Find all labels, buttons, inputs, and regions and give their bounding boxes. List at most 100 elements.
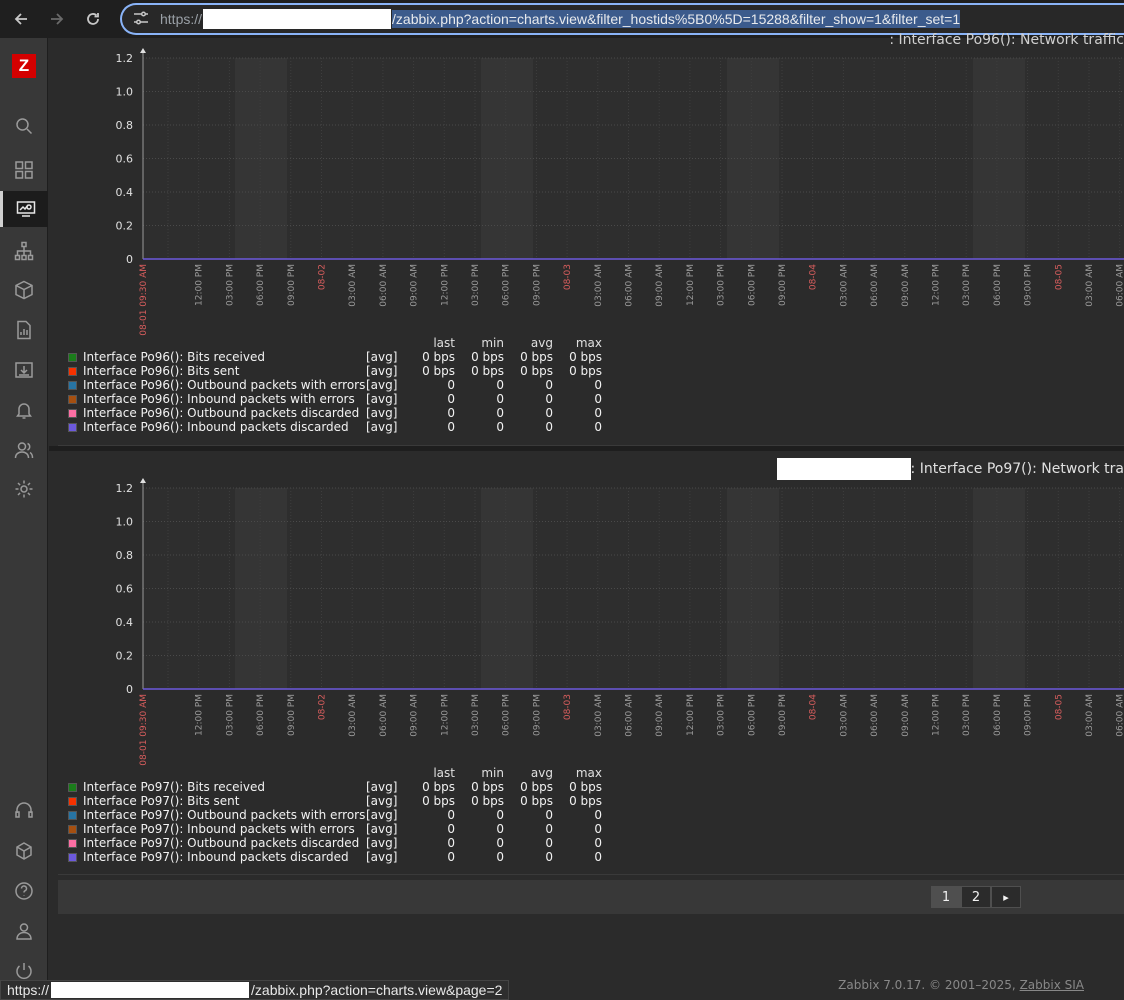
- legend-cell: 0: [594, 392, 602, 406]
- legend-cell: 0 bps: [520, 350, 553, 364]
- zabbix-logo[interactable]: Z: [12, 54, 36, 78]
- x-tick-label: 08-03: [563, 694, 573, 720]
- y-tick-label: 0: [126, 683, 133, 696]
- x-tick-label: 06:00 AM: [625, 264, 635, 307]
- dashboards-icon[interactable]: [0, 152, 48, 188]
- reports-icon[interactable]: [0, 312, 48, 348]
- x-tick-label: 03:00 PM: [471, 264, 481, 306]
- legend-cell: 0: [447, 420, 455, 434]
- legend-cell: 0 bps: [471, 794, 504, 808]
- legend-cell: 0: [496, 392, 504, 406]
- reload-icon[interactable]: [78, 4, 108, 34]
- legend-cell: 0: [496, 406, 504, 420]
- x-tick-label: 09:00 PM: [532, 264, 542, 306]
- legend-cell: 0 bps: [422, 364, 455, 378]
- legend-cell: 0: [447, 378, 455, 392]
- legend-cell: 0: [594, 822, 602, 836]
- site-settings-icon[interactable]: [132, 9, 152, 29]
- paging-bar: 1 2 ▸: [58, 880, 1124, 914]
- y-tick-label: 0.8: [116, 549, 134, 562]
- url-text: https:// /zabbix.php?action=charts.view&…: [160, 9, 961, 29]
- x-tick-label: 06:00 AM: [870, 694, 880, 737]
- status-prefix: https://: [7, 982, 50, 998]
- support-icon[interactable]: [0, 793, 48, 829]
- legend-cell: 0 bps: [471, 364, 504, 378]
- graph-legend: last min avg max Interface Po96(): Bits rece…: [68, 336, 602, 434]
- forward-icon[interactable]: [42, 4, 72, 34]
- main-content: : Interface Po96(): Network traffic 1.2 1…: [49, 32, 1124, 1000]
- alerts-icon[interactable]: [0, 392, 48, 428]
- x-tick-label: 09:00 PM: [778, 264, 788, 306]
- page-1-button[interactable]: 1: [931, 886, 961, 908]
- data-collection-icon[interactable]: [0, 352, 48, 388]
- x-tick-label: 06:00 PM: [256, 264, 266, 306]
- legend-swatch: [68, 852, 77, 862]
- x-tick-label: 06:00 PM: [993, 694, 1003, 736]
- footer-text: Zabbix 7.0.17. © 2001–2025,: [838, 978, 1016, 992]
- x-tick-label: 12:00 PM: [195, 264, 205, 306]
- page-2-button[interactable]: 2: [961, 886, 991, 908]
- legend-row: Interface Po97(): Bits sent [avg] 0 bps 0 b…: [68, 794, 602, 808]
- x-tick-label: 06:00 PM: [502, 694, 512, 736]
- graph-chart[interactable]: 1.2 1.0 0.8 0.6 0.4 0.2 0 08-01 09:30 AM 12:00 P…: [58, 468, 1124, 768]
- x-tick-label: 08-02: [318, 264, 328, 290]
- y-tick-label: 1.0: [116, 86, 134, 99]
- legend-cell: Interface Po97(): Bits received: [83, 780, 265, 794]
- legend-row: Interface Po96(): Bits received [avg] 0 bp…: [68, 350, 602, 364]
- x-tick-label: 03:00 AM: [348, 694, 358, 737]
- legend-cell: 0: [447, 808, 455, 822]
- x-tick-label: 09:00 AM: [410, 264, 420, 307]
- legend-swatch: [68, 380, 77, 390]
- legend-swatch: [68, 366, 77, 376]
- legend-cell: Interface Po96(): Bits received: [83, 350, 265, 364]
- legend-cell: 0: [545, 850, 553, 864]
- x-tick-label: 12:00 PM: [932, 694, 942, 736]
- redacted-host: [51, 982, 250, 998]
- legend-column-header: min: [481, 766, 504, 780]
- legend-row: Interface Po97(): Inbound packets with e…: [68, 822, 602, 836]
- legend-cell: [avg]: [366, 836, 398, 850]
- x-tick-label: 09:00 AM: [901, 264, 911, 307]
- graph-chart[interactable]: 1.2 1.0 0.8 0.6 0.4 0.2 0 08-01 09:30 AM 12:00 P…: [58, 38, 1124, 338]
- y-tick-label: 0.8: [116, 119, 134, 132]
- inventory-icon[interactable]: [0, 272, 48, 308]
- legend-cell: 0 bps: [422, 794, 455, 808]
- x-tick-label: 08-05: [1054, 694, 1064, 720]
- legend-row: Interface Po97(): Inbound packets discar…: [68, 850, 602, 864]
- footer-link[interactable]: Zabbix SIA: [1020, 978, 1084, 992]
- legend-cell: 0: [447, 822, 455, 836]
- legend-cell: Interface Po96(): Outbound packets with …: [83, 378, 366, 392]
- administration-icon[interactable]: [0, 471, 48, 507]
- legend-cell: 0 bps: [569, 794, 602, 808]
- x-tick-label: 03:00 AM: [1085, 264, 1095, 307]
- back-icon[interactable]: [6, 4, 36, 34]
- y-tick-label: 0.2: [116, 220, 134, 233]
- legend-cell: Interface Po97(): Inbound packets discar…: [83, 850, 349, 864]
- users-icon[interactable]: [0, 432, 48, 468]
- x-tick-label: 06:00 AM: [1116, 694, 1124, 737]
- sidebar: Z: [0, 38, 48, 1000]
- help-icon[interactable]: [0, 873, 48, 909]
- legend-column-header: avg: [530, 336, 553, 350]
- legend-swatch: [68, 824, 77, 834]
- legend-cell: 0: [545, 406, 553, 420]
- x-tick-label: 06:00 AM: [625, 694, 635, 737]
- legend-swatch: [68, 422, 77, 432]
- legend-cell: 0: [545, 808, 553, 822]
- legend-cell: [avg]: [366, 378, 398, 392]
- integrations-icon[interactable]: [0, 833, 48, 869]
- address-bar[interactable]: https:// /zabbix.php?action=charts.view&…: [120, 3, 1124, 35]
- y-tick-label: 0.6: [116, 583, 134, 596]
- services-icon[interactable]: [0, 233, 48, 269]
- next-page-icon[interactable]: ▸: [991, 886, 1021, 908]
- legend-row: Interface Po96(): Outbound packets disca…: [68, 406, 602, 420]
- legend-swatch: [68, 838, 77, 848]
- monitoring-icon[interactable]: [0, 191, 48, 227]
- y-axis-arrow: [140, 48, 146, 53]
- y-tick-label: 0.6: [116, 153, 134, 166]
- user-settings-icon[interactable]: [0, 913, 48, 949]
- x-tick-label: 03:00 AM: [839, 264, 849, 307]
- x-tick-label: 03:00 PM: [471, 694, 481, 736]
- legend-swatch: [68, 394, 77, 404]
- search-icon[interactable]: [0, 108, 48, 144]
